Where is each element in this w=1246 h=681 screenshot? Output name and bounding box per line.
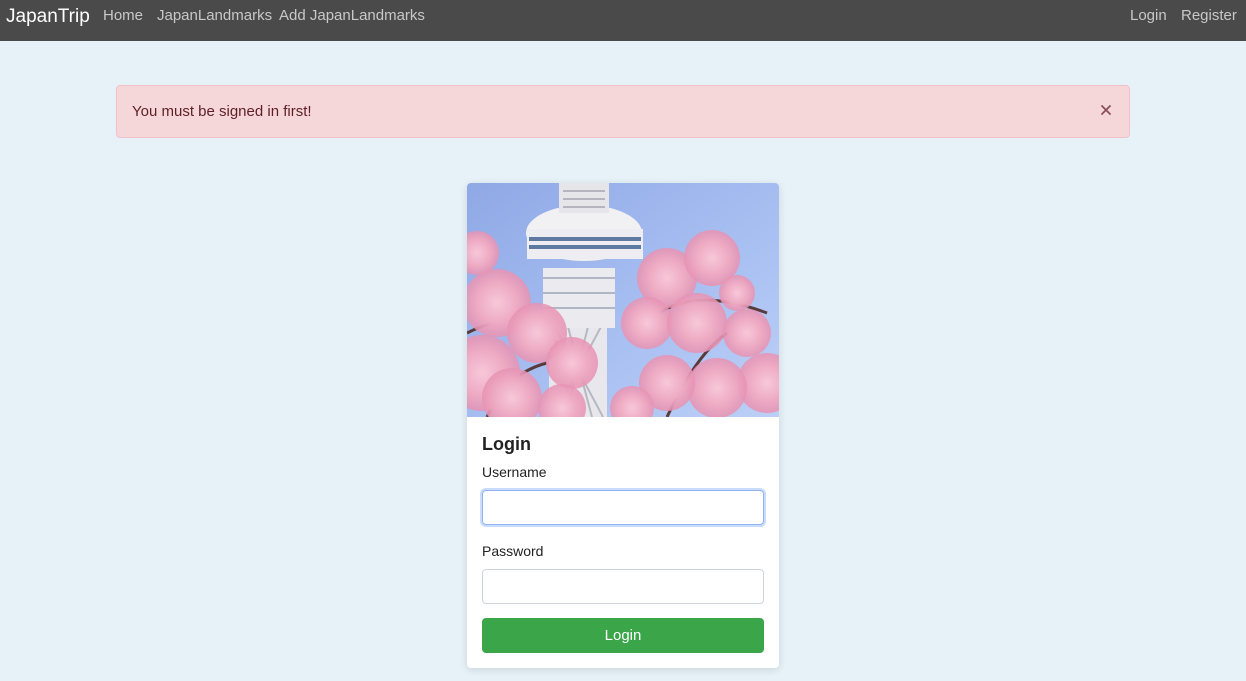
login-card: Login Username Password Login — [467, 183, 779, 668]
brand-logo-link[interactable]: JapanTrip — [6, 6, 90, 28]
top-navbar: JapanTrip Home JapanLandmarks Add JapanL… — [0, 0, 1246, 41]
nav-link-home[interactable]: Home — [103, 7, 143, 25]
alert-message: You must be signed in first! — [132, 103, 312, 120]
password-input[interactable] — [482, 569, 764, 604]
nav-link-login[interactable]: Login — [1130, 7, 1167, 25]
nav-link-register[interactable]: Register — [1181, 7, 1237, 25]
close-icon[interactable] — [1097, 101, 1115, 119]
flash-alert: You must be signed in first! — [116, 85, 1130, 138]
nav-link-add-japanlandmarks[interactable]: Add JapanLandmarks — [279, 7, 425, 25]
login-submit-button[interactable]: Login — [482, 618, 764, 653]
password-label: Password — [482, 543, 544, 559]
nav-link-japanlandmarks[interactable]: JapanLandmarks — [157, 7, 272, 25]
username-input[interactable] — [482, 490, 764, 525]
card-image — [467, 183, 779, 417]
login-title: Login — [482, 434, 531, 454]
username-label: Username — [482, 464, 547, 480]
